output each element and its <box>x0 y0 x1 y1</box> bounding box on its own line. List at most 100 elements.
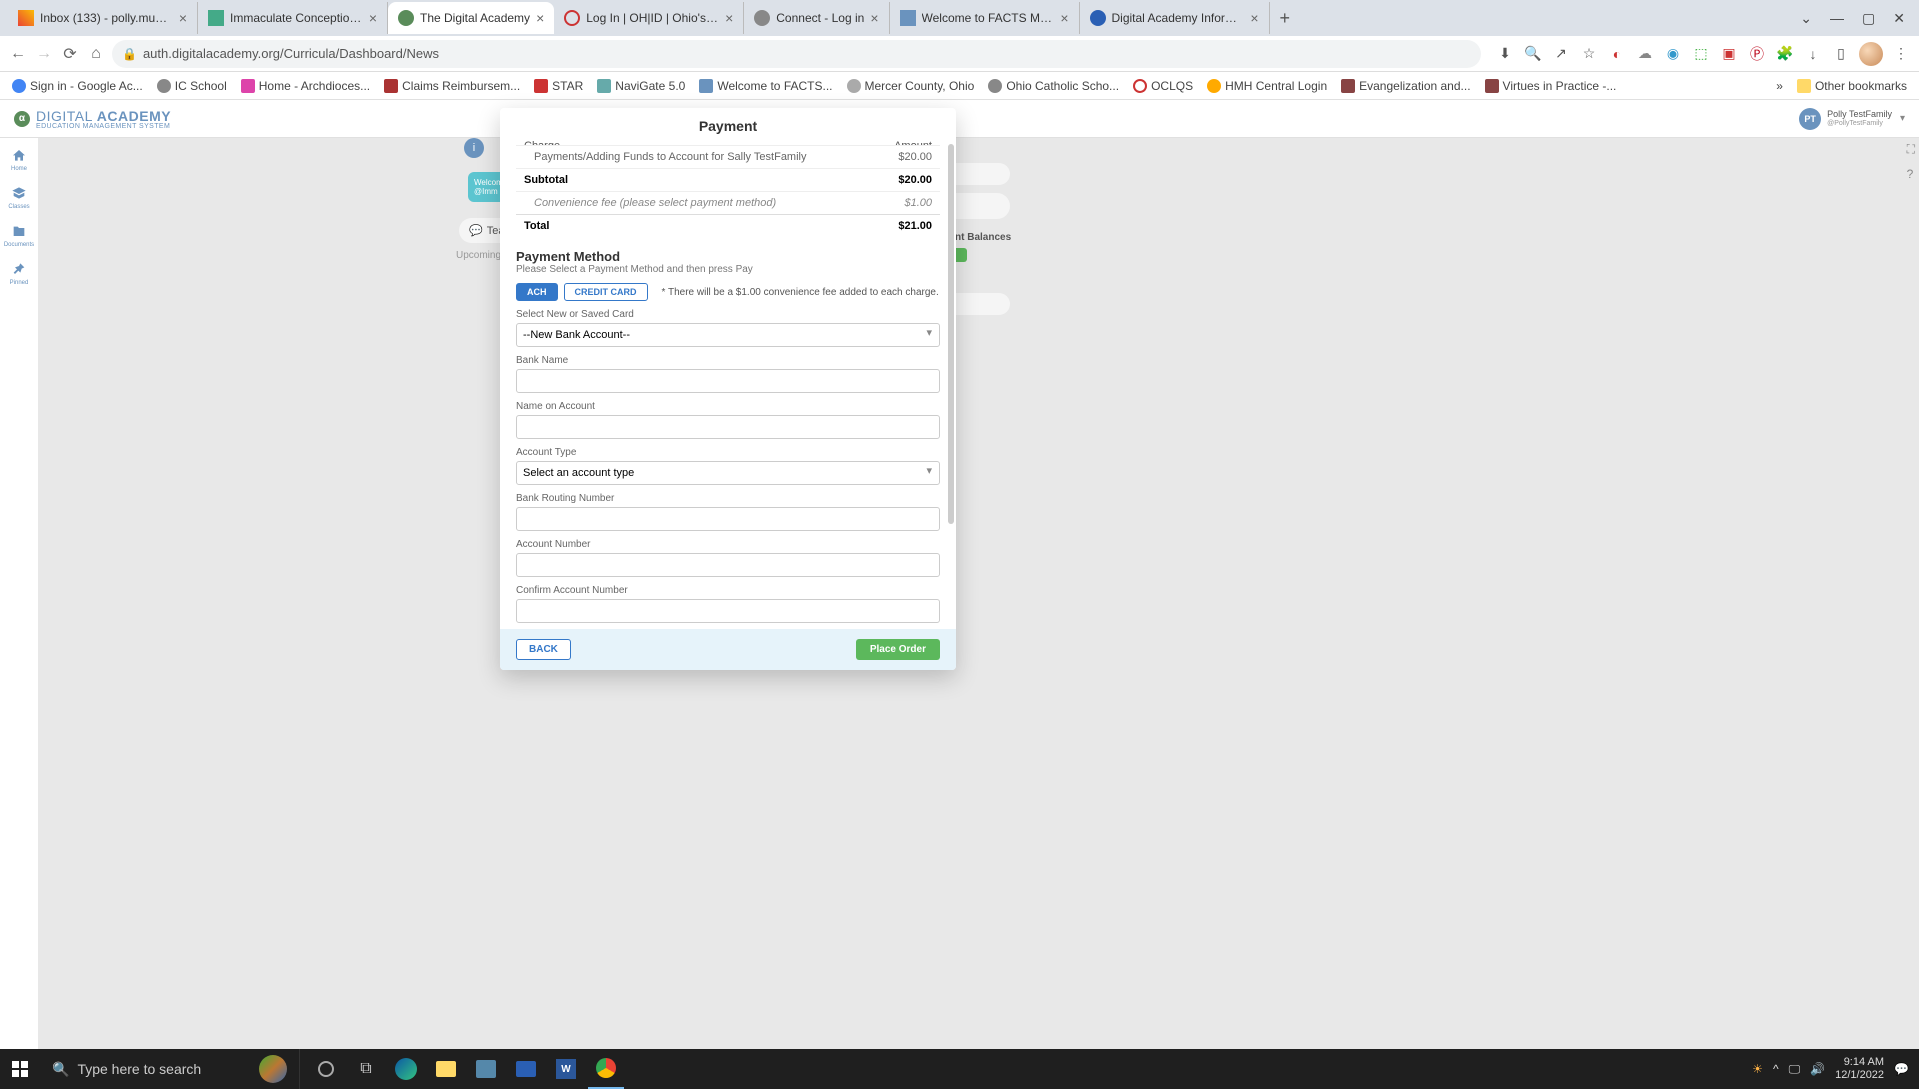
task-view-icon[interactable]: ⧉ <box>348 1049 384 1089</box>
bookmark-item[interactable]: OCLQS <box>1129 77 1197 95</box>
bookmark-item[interactable]: Evangelization and... <box>1337 77 1474 95</box>
browser-tab[interactable]: Log In | OH|ID | Ohio's State Dig × <box>554 2 744 34</box>
word-icon[interactable]: W <box>548 1049 584 1089</box>
routing-input[interactable] <box>516 507 940 531</box>
new-tab-button[interactable]: + <box>1270 8 1301 29</box>
bookmark-item[interactable]: Home - Archdioces... <box>237 77 374 95</box>
bank-name-input[interactable] <box>516 369 940 393</box>
browser-tab-active[interactable]: The Digital Academy × <box>388 2 554 34</box>
close-icon[interactable]: × <box>369 10 377 26</box>
modal-scroll[interactable]: Charge Amount Payments/Adding Funds to A… <box>500 140 956 629</box>
weather-icon[interactable]: ☀ <box>1752 1062 1763 1076</box>
tab-title: Immaculate Conception School <box>230 11 363 25</box>
user-menu[interactable]: PT Polly TestFamily @PollyTestFamily ▾ <box>1799 108 1905 130</box>
site-icon <box>564 10 580 26</box>
select-card-dropdown[interactable]: --New Bank Account-- <box>516 323 940 347</box>
store-icon[interactable] <box>468 1049 504 1089</box>
chevron-down-icon[interactable]: ⌄ <box>1800 10 1812 27</box>
share-icon[interactable]: ↗ <box>1551 44 1571 64</box>
close-icon[interactable]: × <box>1250 10 1258 26</box>
scrollbar[interactable] <box>946 140 954 629</box>
download-icon[interactable]: ↓ <box>1803 44 1823 64</box>
bank-name-label: Bank Name <box>516 355 940 366</box>
bookmark-label: OCLQS <box>1151 79 1193 93</box>
bookmark-icon <box>384 79 398 93</box>
close-icon[interactable]: × <box>179 10 187 26</box>
name-on-account-input[interactable] <box>516 415 940 439</box>
install-icon[interactable]: ⬇ <box>1495 44 1515 64</box>
browser-tab[interactable]: Connect - Log in × <box>744 2 889 34</box>
other-bookmarks[interactable]: Other bookmarks <box>1793 77 1911 95</box>
app-logo[interactable]: α DIGITAL ACADEMY EDUCATION MANAGEMENT S… <box>14 108 171 130</box>
browser-tab[interactable]: Digital Academy Information - I × <box>1080 2 1270 34</box>
extension-icon[interactable]: ▣ <box>1719 44 1739 64</box>
close-icon[interactable]: × <box>725 10 733 26</box>
bookmark-item[interactable]: Mercer County, Ohio <box>843 77 979 95</box>
site-icon <box>1090 10 1106 26</box>
close-icon[interactable]: × <box>870 10 878 26</box>
star-icon[interactable]: ☆ <box>1579 44 1599 64</box>
notifications-icon[interactable]: 💬 <box>1894 1062 1909 1076</box>
bookmark-item[interactable]: Sign in - Google Ac... <box>8 77 147 95</box>
extension-icon[interactable]: ☁ <box>1635 44 1655 64</box>
browser-tab[interactable]: Welcome to FACTS Managemen × <box>890 2 1080 34</box>
volume-icon[interactable]: 🔊 <box>1810 1062 1825 1076</box>
user-handle: @PollyTestFamily <box>1827 120 1892 127</box>
browser-tab[interactable]: Inbox (133) - polly.muhlenkamp × <box>8 2 198 34</box>
chrome-tab-bar: Inbox (133) - polly.muhlenkamp × Immacul… <box>0 0 1919 36</box>
profile-avatar[interactable] <box>1859 42 1883 66</box>
search-icon[interactable]: 🔍 <box>1523 44 1543 64</box>
close-icon[interactable]: × <box>1060 10 1068 26</box>
extension-icon[interactable]: ⬚ <box>1691 44 1711 64</box>
bookmark-icon <box>241 79 255 93</box>
place-order-button[interactable]: Place Order <box>856 639 940 660</box>
battery-icon[interactable]: 🖵 <box>1789 1062 1801 1077</box>
forward-icon[interactable]: → <box>34 44 54 64</box>
extension-icon[interactable]: ◉ <box>1663 44 1683 64</box>
account-type-dropdown[interactable]: Select an account type <box>516 461 940 485</box>
bookmark-item[interactable]: Virtues in Practice -... <box>1481 77 1621 95</box>
back-icon[interactable]: ← <box>8 44 28 64</box>
extension-icon[interactable]: ◐ <box>1607 44 1627 64</box>
chrome-icon[interactable] <box>588 1049 624 1089</box>
reload-icon[interactable]: ⟳ <box>60 44 80 64</box>
overflow-icon[interactable]: » <box>1776 79 1783 93</box>
bookmark-item[interactable]: HMH Central Login <box>1203 77 1331 95</box>
close-window-icon[interactable]: ✕ <box>1893 10 1905 27</box>
extensions-icon[interactable]: 🧩 <box>1775 44 1795 64</box>
menu-icon[interactable]: ⋮ <box>1891 44 1911 64</box>
sidebar-icon[interactable]: ▯ <box>1831 44 1851 64</box>
mail-icon[interactable] <box>508 1049 544 1089</box>
bookmark-label: IC School <box>175 79 227 93</box>
bookmark-label: NaviGate 5.0 <box>615 79 685 93</box>
back-button[interactable]: BACK <box>516 639 571 660</box>
home-icon[interactable]: ⌂ <box>86 44 106 64</box>
taskbar-search[interactable]: 🔍 Type here to search <box>40 1049 300 1089</box>
bookmark-item[interactable]: NaviGate 5.0 <box>593 77 689 95</box>
maximize-icon[interactable]: ▢ <box>1862 10 1875 27</box>
logo-text: DIGITAL ACADEMY <box>36 108 171 124</box>
bookmark-item[interactable]: Welcome to FACTS... <box>695 77 836 95</box>
edge-icon[interactable] <box>388 1049 424 1089</box>
minimize-icon[interactable]: — <box>1830 10 1844 27</box>
scrollbar-thumb[interactable] <box>948 144 954 524</box>
pinterest-icon[interactable]: Ⓟ <box>1747 44 1767 64</box>
name-on-account-label: Name on Account <box>516 401 940 412</box>
account-number-input[interactable] <box>516 553 940 577</box>
ach-button[interactable]: ACH <box>516 283 558 301</box>
url-input[interactable]: 🔒 auth.digitalacademy.org/Curricula/Dash… <box>112 40 1481 68</box>
close-icon[interactable]: × <box>536 10 544 26</box>
other-bookmarks-label: Other bookmarks <box>1815 79 1907 93</box>
browser-tab[interactable]: Immaculate Conception School × <box>198 2 388 34</box>
confirm-account-input[interactable] <box>516 599 940 623</box>
bookmark-item[interactable]: Ohio Catholic Scho... <box>984 77 1123 95</box>
cortana-icon[interactable] <box>308 1049 344 1089</box>
tray-chevron-icon[interactable]: ^ <box>1773 1062 1779 1076</box>
credit-card-button[interactable]: CREDIT CARD <box>564 283 648 301</box>
tray-clock[interactable]: 9:14 AM 12/1/2022 <box>1835 1056 1884 1082</box>
bookmark-item[interactable]: STAR <box>530 77 587 95</box>
start-button[interactable] <box>0 1049 40 1089</box>
bookmark-item[interactable]: Claims Reimbursem... <box>380 77 524 95</box>
bookmark-item[interactable]: IC School <box>153 77 231 95</box>
explorer-icon[interactable] <box>428 1049 464 1089</box>
